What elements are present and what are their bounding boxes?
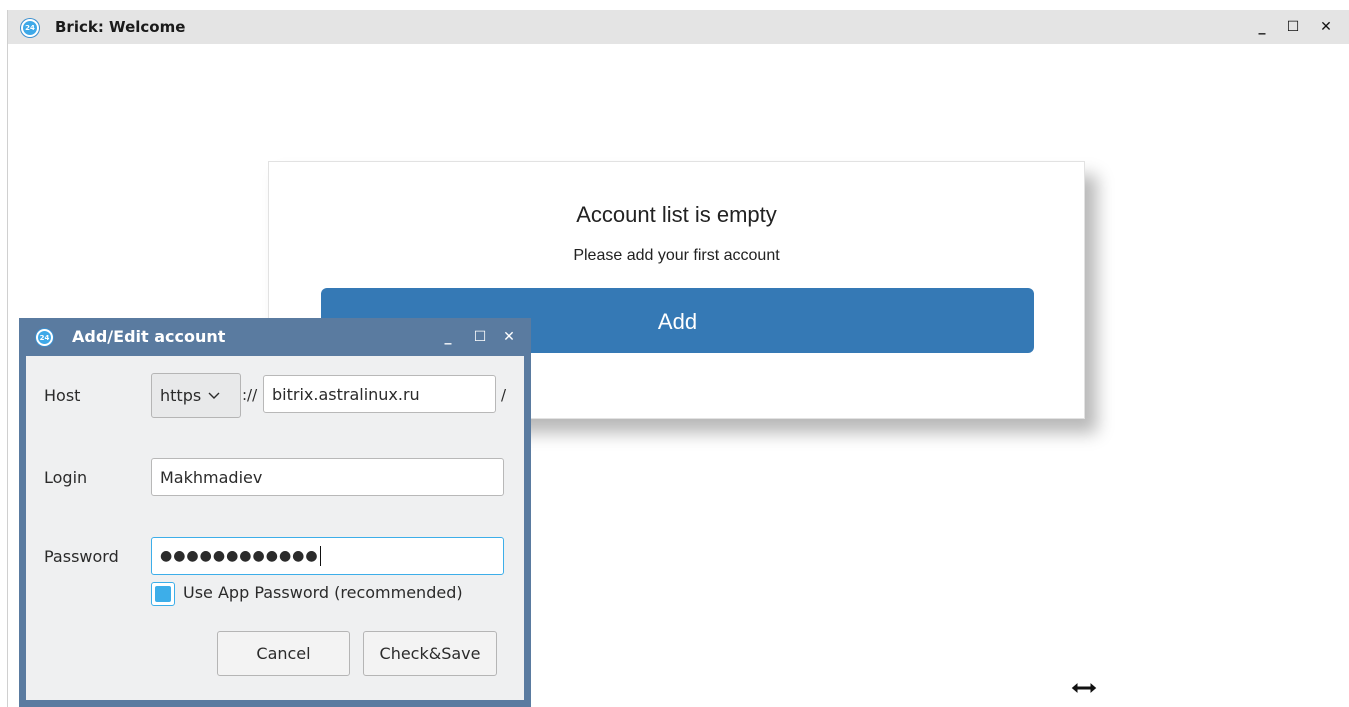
login-input-value: Makhmadiev	[160, 467, 263, 487]
card-title: Account list is empty	[576, 202, 777, 227]
dialog-maximize-button[interactable]: ☐	[469, 326, 491, 348]
maximize-button[interactable]: ☐	[1282, 16, 1304, 38]
host-suffix: /	[501, 386, 507, 404]
dialog-titlebar[interactable]: 24 Add/Edit account _ ☐ ✕	[19, 318, 531, 356]
password-input-value: ●●●●●●●●●●●●	[160, 548, 319, 564]
main-titlebar[interactable]: 24 Brick: Welcome _ ☐ ✕	[8, 10, 1349, 44]
dialog-body: Host https :// bitrix.astralinux.ru / Lo…	[26, 356, 524, 700]
horizontal-resize-cursor-icon	[1069, 678, 1099, 698]
login-label: Login	[44, 468, 88, 487]
close-button[interactable]: ✕	[1315, 16, 1337, 38]
app-password-label[interactable]: Use App Password (recommended)	[183, 583, 463, 602]
password-label: Password	[44, 547, 119, 566]
dialog-title: Add/Edit account	[72, 327, 226, 346]
scheme-separator: ://	[242, 386, 258, 404]
card-subtitle: Please add your first account	[573, 247, 780, 264]
chevron-down-icon	[208, 388, 220, 404]
checkbox-check-icon	[155, 586, 171, 602]
add-edit-account-dialog: 24 Add/Edit account _ ☐ ✕ Host https ://…	[19, 318, 531, 707]
password-input[interactable]: ●●●●●●●●●●●●	[151, 537, 504, 575]
host-input[interactable]: bitrix.astralinux.ru	[263, 375, 496, 413]
login-input[interactable]: Makhmadiev	[151, 458, 504, 496]
main-window-title: Brick: Welcome	[55, 18, 186, 36]
host-label: Host	[44, 386, 81, 405]
dialog-app-icon: 24	[36, 329, 53, 346]
minimize-button[interactable]: _	[1251, 16, 1273, 38]
scheme-select[interactable]: https	[151, 373, 241, 418]
cancel-button[interactable]: Cancel	[217, 631, 350, 676]
text-caret	[319, 546, 321, 566]
dialog-minimize-button[interactable]: _	[437, 326, 459, 348]
app-password-checkbox[interactable]	[151, 582, 175, 606]
check-save-button[interactable]: Check&Save	[363, 631, 497, 676]
scheme-value: https	[160, 386, 202, 405]
app-icon: 24	[21, 19, 39, 37]
dialog-close-button[interactable]: ✕	[498, 326, 520, 348]
host-input-value: bitrix.astralinux.ru	[272, 384, 420, 404]
